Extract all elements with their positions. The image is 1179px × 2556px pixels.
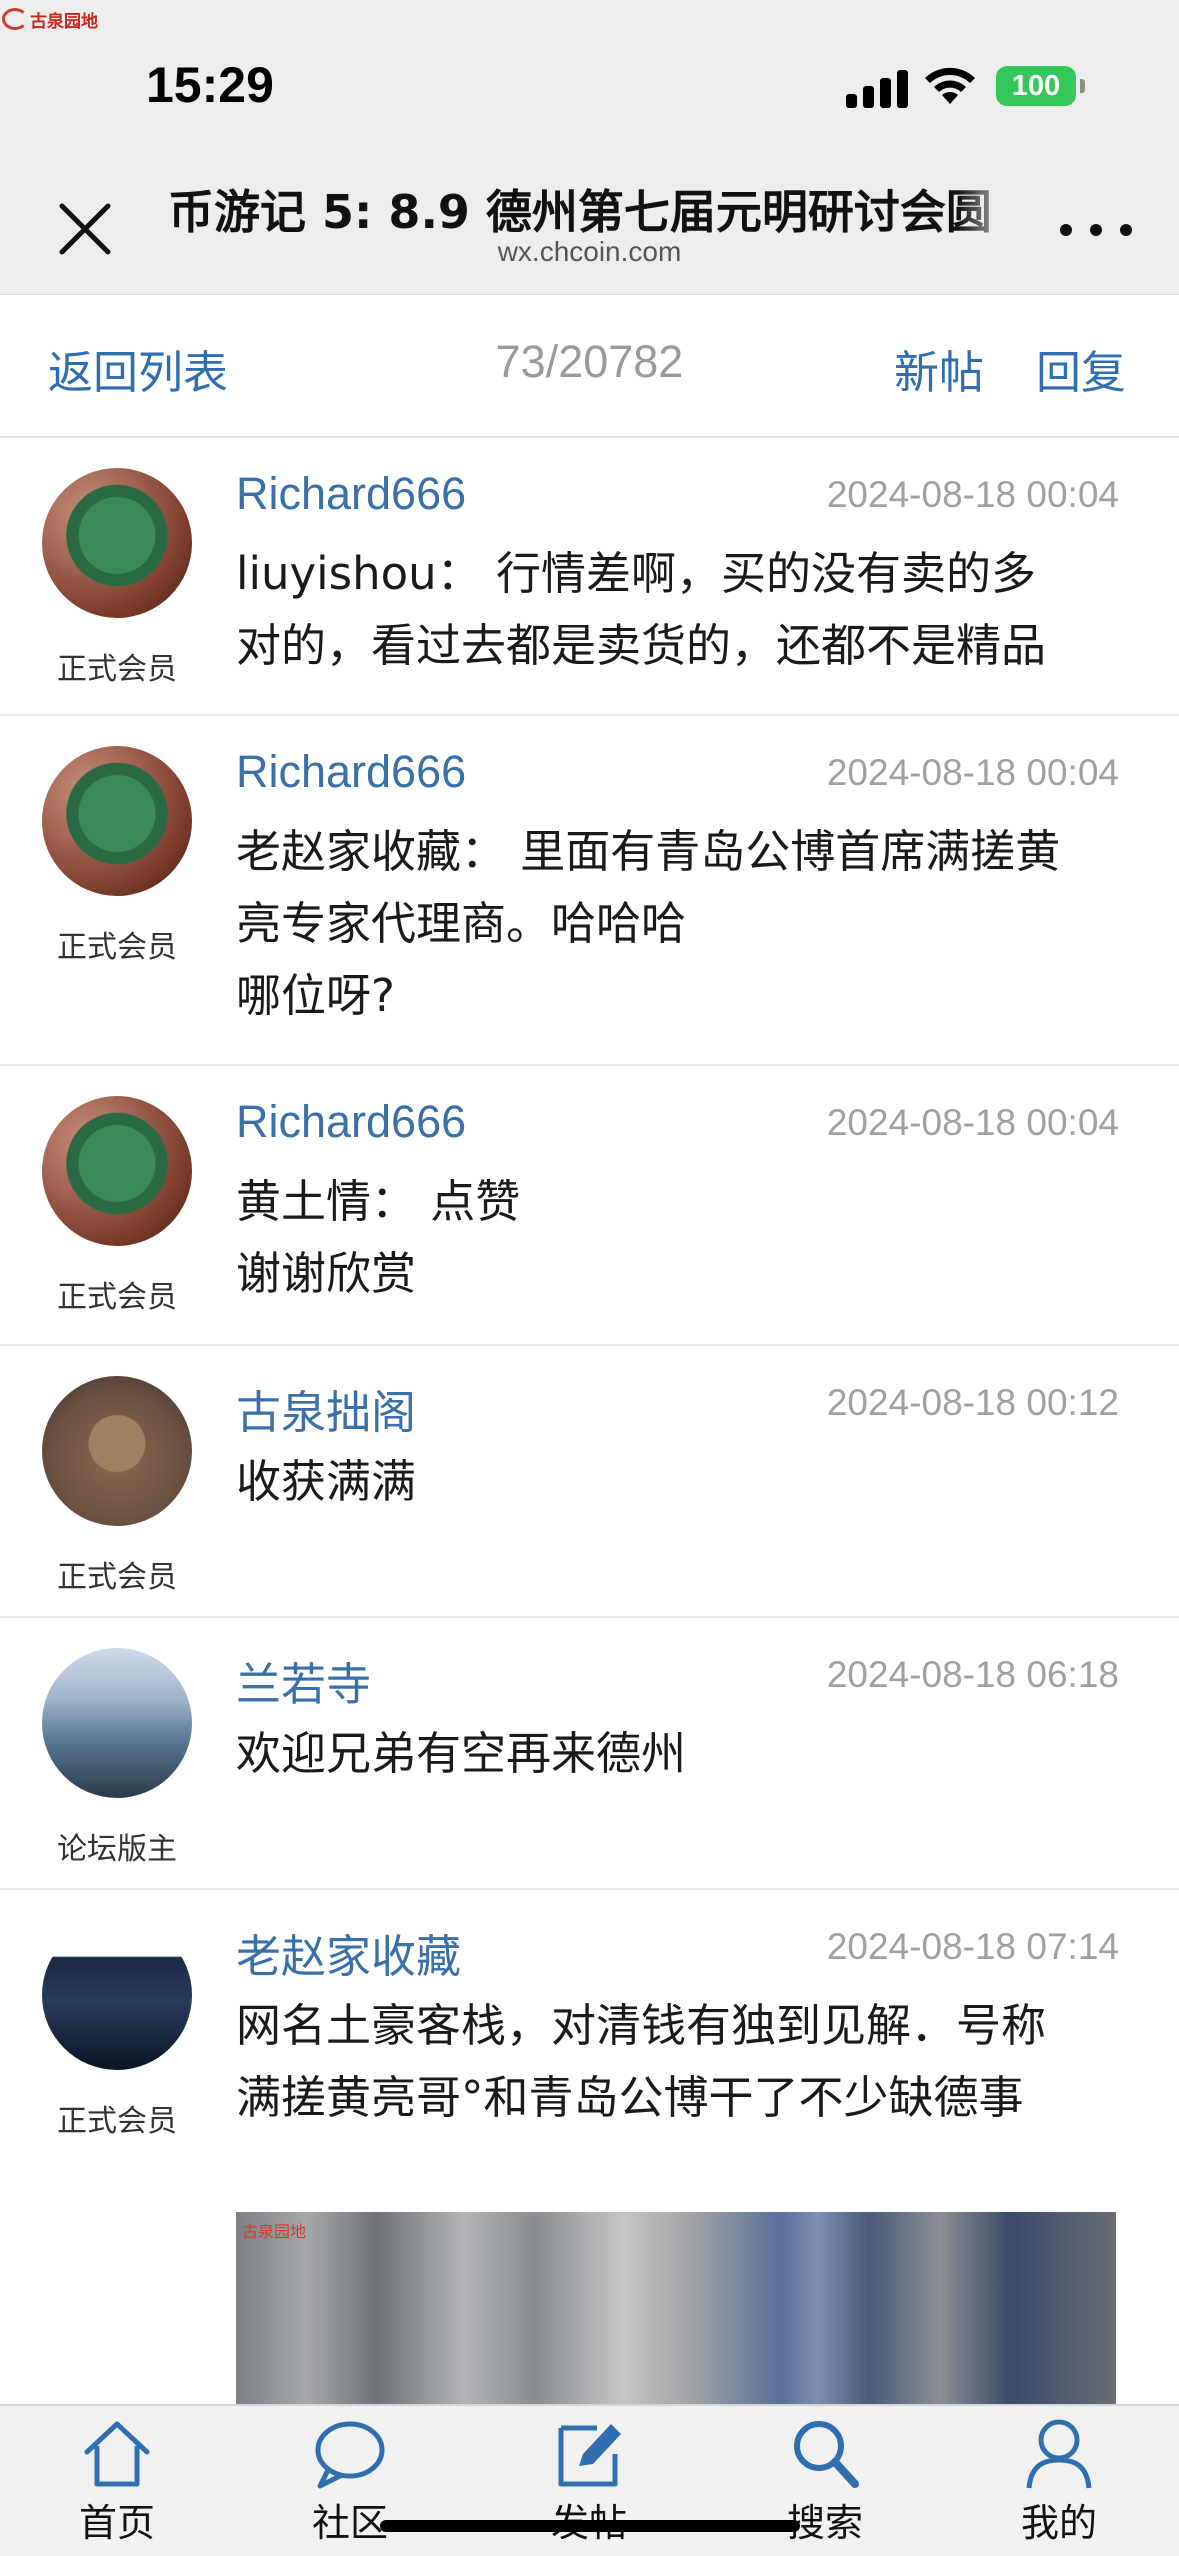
post-time: 2024-08-18 00:04 [826,474,1119,515]
post-item: 正式会员 Richard666 2024-08-18 00:04 liuyish… [0,438,1179,716]
post-content: 欢迎兄弟有空再来德州 [236,1718,1126,1790]
post-content: 网名土豪客栈，对清钱有独到见解．号称 满搓黄亮哥°和青岛公博干了不少缺德事 [236,1990,1126,2134]
new-thread-link[interactable]: 新帖 [894,336,984,401]
post-line: 收获满满 [236,1455,417,1508]
member-role: 正式会员 [57,2104,177,2139]
battery-indicator: 100 [996,66,1085,106]
avatar[interactable] [42,1376,192,1526]
member-role: 论坛版主 [57,1832,177,1867]
post-author[interactable]: 兰若寺 [236,1648,371,1713]
site-logo-icon [2,8,28,30]
post-time: 2024-08-18 00:04 [826,1102,1119,1143]
home-icon [84,2421,150,2487]
browser-chrome: 古泉园地 15:29 100 币游记 5: 8.9 德州第七届元明研讨会圆 wx… [0,0,1179,295]
search-icon [794,2421,859,2488]
tab-label: 我的 [1020,2501,1097,2545]
user-icon [1026,2419,1092,2489]
post-line: 哪位呀? [236,969,395,1022]
post-line: 欢迎兄弟有空再来德州 [236,1727,687,1780]
bottom-tab-bar: 首页 社区 发帖 搜索 我的 [0,2404,1179,2556]
home-indicator [380,2520,800,2532]
post-image[interactable]: 古泉园地 [236,2212,1116,2412]
site-logo-text: 古泉园地 [30,11,98,32]
post-author[interactable]: Richard666 [236,468,466,520]
member-role: 正式会员 [57,930,177,965]
tab-home[interactable]: 首页 [42,2414,192,2547]
post-line: 对的，看过去都是卖货的，还都不是精品 [236,619,1047,672]
post-line: 黄土情： 点赞 [236,1175,521,1228]
post-content: 收获满满 [236,1446,1126,1518]
post-counter: 73/20782 [495,336,684,387]
post-line: 谢谢欣赏 [236,1247,417,1300]
forum-nav-bar: 返回列表 73/20782 新帖 回复 [0,296,1179,438]
post-time: 2024-08-18 07:14 [826,1926,1119,1967]
more-options-icon[interactable] [1060,218,1132,242]
post-item: 正式会员 古泉拙阁 2024-08-18 00:12 收获满满 [0,1346,1179,1618]
image-watermark: 古泉园地 [242,2222,307,2241]
post-content: liuyishou： 行情差啊，买的没有卖的多 对的，看过去都是卖货的，还都不是… [236,538,1126,682]
status-bar: 15:29 100 [0,48,1179,128]
post-author[interactable]: Richard666 [236,746,466,798]
post-line: 亮专家代理商。哈哈哈 [236,897,687,950]
post-item: 正式会员 Richard666 2024-08-18 00:04 黄土情： 点赞… [0,1066,1179,1346]
status-time: 15:29 [146,57,274,113]
post-list: 正式会员 Richard666 2024-08-18 00:04 liuyish… [0,438,1179,2390]
page-domain: wx.chcoin.com [497,236,682,267]
member-role: 正式会员 [57,1280,177,1315]
post-line: 网名土豪客栈，对清钱有独到见解．号称 [236,1999,1047,2052]
cellular-signal-icon [846,70,908,108]
tab-profile[interactable]: 我的 [984,2414,1134,2547]
avatar[interactable] [42,1648,192,1798]
reply-link[interactable]: 回复 [1036,336,1126,401]
member-role: 正式会员 [57,652,177,687]
avatar[interactable] [42,746,192,896]
post-time: 2024-08-18 00:12 [826,1382,1119,1423]
post-author[interactable]: 老赵家收藏 [236,1920,461,1985]
site-logo: 古泉园地 [2,6,98,32]
wifi-icon [925,67,975,104]
post-author[interactable]: 古泉拙阁 [236,1376,416,1441]
post-author[interactable]: Richard666 [236,1096,466,1148]
tab-label: 首页 [78,2501,155,2545]
page-title: 币游记 5: 8.9 德州第七届元明研讨会圆 [168,176,1018,236]
avatar[interactable] [42,1096,192,1246]
post-content: 老赵家收藏： 里面有青岛公博首席满搓黄 亮专家代理商。哈哈哈 哪位呀? [236,816,1126,1032]
post-line: liuyishou： 行情差啊，买的没有卖的多 [236,547,1036,600]
post-time: 2024-08-18 06:18 [826,1654,1119,1695]
chat-bubble-icon [315,2421,385,2489]
post-item: 论坛版主 兰若寺 2024-08-18 06:18 欢迎兄弟有空再来德州 [0,1618,1179,1890]
member-role: 正式会员 [57,1560,177,1595]
avatar[interactable] [42,468,192,618]
edit-icon [558,2424,621,2487]
browser-titlebar: 币游记 5: 8.9 德州第七届元明研讨会圆 wx.chcoin.com [0,170,1179,280]
post-line: 老赵家收藏： 里面有青岛公博首席满搓黄 [236,825,1061,878]
post-item: 正式会员 Richard666 2024-08-18 00:04 老赵家收藏： … [0,716,1179,1066]
avatar[interactable] [42,1920,192,2070]
post-line: 满搓黄亮哥°和青岛公博干了不少缺德事 [236,2071,1024,2124]
post-time: 2024-08-18 00:04 [826,752,1119,793]
post-content: 黄土情： 点赞 谢谢欣赏 [236,1166,1126,1310]
